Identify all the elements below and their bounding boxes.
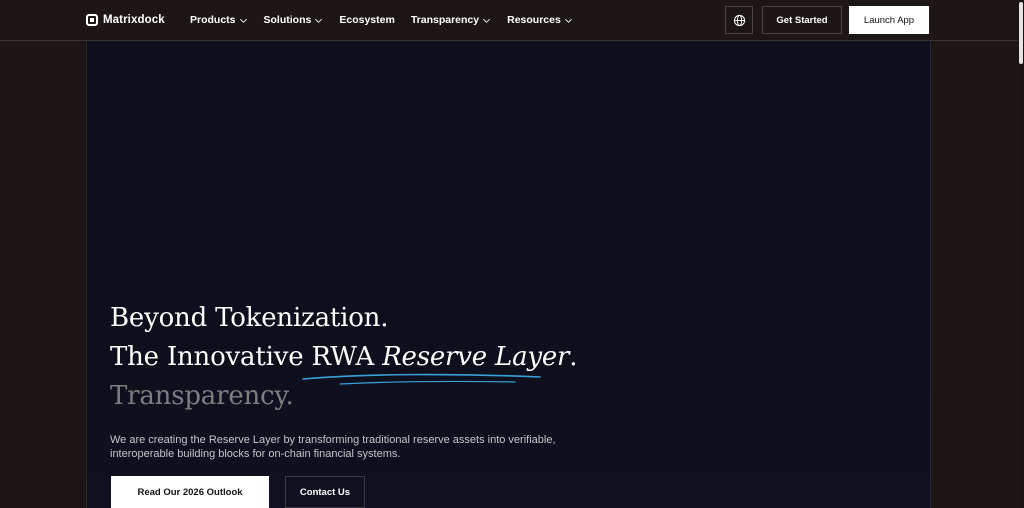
menu-transparency-label: Transparency <box>410 14 480 26</box>
globe-icon <box>733 14 745 26</box>
menu-resources[interactable]: Resources <box>507 14 573 26</box>
headline-rwa: RWA <box>311 342 383 372</box>
menu-products[interactable]: Products <box>190 14 248 26</box>
scrollbar-thumb[interactable] <box>1019 2 1023 64</box>
brand-logo[interactable]: Matrixdock <box>86 12 165 28</box>
get-started-button[interactable]: Get Started <box>762 6 842 34</box>
headline-reserve-layer: Reserve Layer <box>382 342 570 372</box>
menu-solutions-label: Solutions <box>263 14 312 26</box>
contact-us-button[interactable]: Contact Us <box>285 476 365 508</box>
hand-drawn-underline <box>302 373 541 385</box>
chevron-down-icon <box>564 18 572 23</box>
menu-ecosystem-label: Ecosystem <box>339 14 395 26</box>
chevron-down-icon <box>239 18 247 23</box>
hero-headline-line3: Transparency. <box>110 381 294 411</box>
menu-resources-label: Resources <box>507 14 561 26</box>
chevron-down-icon <box>315 18 323 23</box>
menu-products-label: Products <box>190 14 236 26</box>
menu-transparency[interactable]: Transparency <box>411 14 491 26</box>
headline-period: . <box>569 342 578 372</box>
read-outlook-button[interactable]: Read Our 2026 Outlook <box>111 476 269 508</box>
headline-prefix: The Innovative <box>110 342 312 372</box>
launch-app-button[interactable]: Launch App <box>849 6 929 34</box>
menu-solutions[interactable]: Solutions <box>264 14 324 26</box>
page-scrollbar[interactable] <box>1018 0 1024 508</box>
menu-ecosystem[interactable]: Ecosystem <box>339 14 394 26</box>
hero-description: We are creating the Reserve Layer by tra… <box>110 434 556 460</box>
chevron-down-icon <box>483 18 491 23</box>
hero-headline-line1: Beyond Tokenization. <box>110 303 389 333</box>
brand-name: Matrixdock <box>103 14 165 26</box>
top-navigation: Matrixdock Products Solutions Ecosystem … <box>0 0 1018 41</box>
matrixdock-logo-icon <box>86 14 98 26</box>
language-button[interactable] <box>725 6 753 34</box>
main-menu: Products Solutions Ecosystem Transparenc… <box>190 0 573 40</box>
hero-headline-line2: The Innovative RWA Reserve Layer. <box>110 342 578 372</box>
